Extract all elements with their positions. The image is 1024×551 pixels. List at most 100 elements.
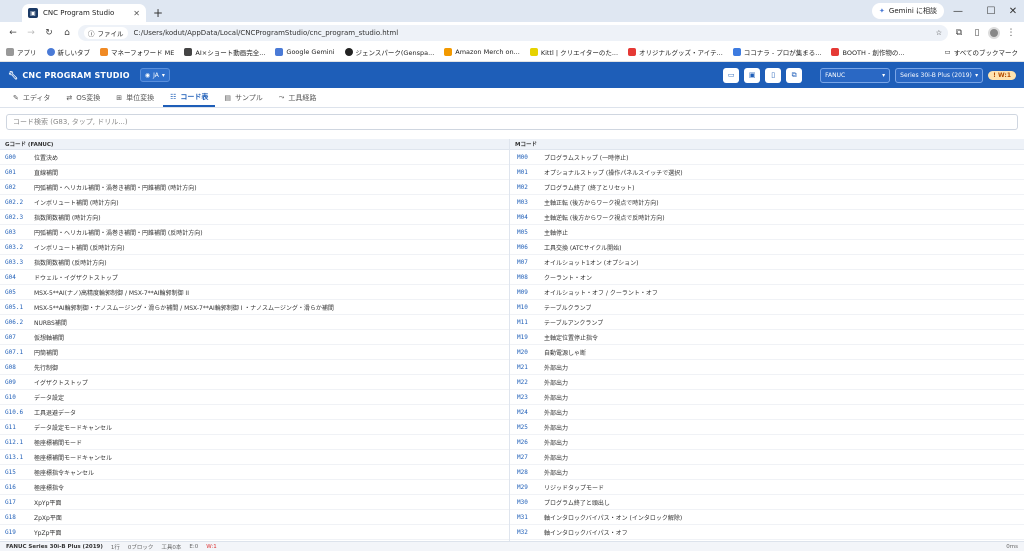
- code-row[interactable]: M08 クーラント・オン: [510, 270, 1024, 285]
- code-row[interactable]: M10 テーブルクランプ: [510, 300, 1024, 315]
- bookmark-item[interactable]: Google Gemini: [275, 48, 335, 56]
- code-row[interactable]: M31 軸インタロックバイパス・オン (インタロック解除): [510, 510, 1024, 525]
- code-row[interactable]: G02.3 指数関数補間 (時計方向): [0, 210, 509, 225]
- save-button[interactable]: ▣: [744, 67, 761, 83]
- code-row[interactable]: M26 外部出力: [510, 435, 1024, 450]
- series-select[interactable]: Series 30i-B Plus (2019) ▾: [895, 67, 984, 83]
- code-row[interactable]: G19 YpZp平面: [0, 525, 509, 540]
- code-row[interactable]: G05 MSX-5**AI(ナノ)高精度輪郭制御 / MSX-7**AI輪郭制御 …: [0, 285, 509, 300]
- code-row[interactable]: M09 オイルショット・オフ / クーラント・オフ: [510, 285, 1024, 300]
- profile-avatar[interactable]: [988, 26, 1000, 39]
- code-row[interactable]: G04 ドウェル・イグザクトストップ: [0, 270, 509, 285]
- code-row[interactable]: M23 外部出力: [510, 390, 1024, 405]
- back-icon[interactable]: ←: [6, 26, 20, 40]
- code-row[interactable]: G08 先行制御: [0, 360, 509, 375]
- all-bookmarks[interactable]: ▭ すべてのブックマーク: [945, 47, 1018, 57]
- code-row[interactable]: G01 直線補間: [0, 165, 509, 180]
- code-row[interactable]: G17 XpYp平面: [0, 495, 509, 510]
- code-search-input[interactable]: [6, 114, 1018, 130]
- code-row[interactable]: M27 外部出力: [510, 450, 1024, 465]
- code-row[interactable]: G07 仮想軸補間: [0, 330, 509, 345]
- code-row[interactable]: M11 テーブルアンクランプ: [510, 315, 1024, 330]
- sidepanel-icon[interactable]: ▯: [970, 26, 984, 40]
- code-row[interactable]: G02 円弧補間・ヘリカル補間・渦巻き補間・円錐補間 (時計方向): [0, 180, 509, 195]
- code-row[interactable]: G03 円弧補間・ヘリカル補間・渦巻き補間・円錐補間 (反時計方向): [0, 225, 509, 240]
- browser-tab[interactable]: ▣ CNC Program Studio ✕: [22, 4, 146, 22]
- tab-code-table[interactable]: ☷ コード表: [163, 88, 216, 107]
- close-tab-icon[interactable]: ✕: [133, 9, 140, 18]
- code-row[interactable]: M02 プログラム終了 (終了とリセット): [510, 180, 1024, 195]
- code-row[interactable]: G13.1 極座標補間モードキャンセル: [0, 450, 509, 465]
- code-row[interactable]: M22 外部出力: [510, 375, 1024, 390]
- warning-badge[interactable]: ! W:1: [988, 70, 1016, 80]
- bookmark-item[interactable]: Amazon Merch on...: [444, 48, 520, 56]
- url-text[interactable]: C:/Users/kodut/AppData/Local/CNCProgramS…: [134, 29, 930, 37]
- new-file-button[interactable]: ▯: [765, 67, 782, 83]
- bookmark-item[interactable]: マネーフォワード ME: [100, 47, 174, 57]
- code-row[interactable]: G03.3 指数関数補間 (反時計方向): [0, 255, 509, 270]
- reload-icon[interactable]: ↻: [42, 26, 56, 40]
- code-row[interactable]: G15 極座標指令キャンセル: [0, 465, 509, 480]
- code-row[interactable]: G05.1 MSX-5**AI輪郭制御・ナノスムージング・滑らか補間 / MSX-…: [0, 300, 509, 315]
- code-row[interactable]: M04 主軸逆転 (後方からワーク視点で反時計方向): [510, 210, 1024, 225]
- tab-editor[interactable]: ✎ エディタ: [6, 88, 57, 107]
- code-row[interactable]: G10.6 工具退避データ: [0, 405, 509, 420]
- copy-button[interactable]: ⧉: [786, 67, 803, 83]
- code-row[interactable]: M07 オイルショット1オン (オプション): [510, 255, 1024, 270]
- code-row[interactable]: M30 プログラム終了と頭出し: [510, 495, 1024, 510]
- forward-icon[interactable]: →: [24, 26, 38, 40]
- bookmark-item[interactable]: 新しいタブ: [46, 47, 90, 57]
- code-row[interactable]: G00 位置決め: [0, 150, 509, 165]
- open-file-button[interactable]: ▭: [723, 67, 740, 83]
- code-row[interactable]: G11 データ設定モードキャンセル: [0, 420, 509, 435]
- code-row[interactable]: M20 自動電源しゃ断: [510, 345, 1024, 360]
- code-row[interactable]: G10 データ設定: [0, 390, 509, 405]
- tab-toolpath[interactable]: ⤳ 工具経路: [272, 88, 324, 107]
- extensions-icon[interactable]: ⧉: [952, 26, 966, 40]
- tab-unit-convert[interactable]: ⊞ 単位変換: [109, 88, 161, 107]
- code-row[interactable]: G12.1 極座標補間モード: [0, 435, 509, 450]
- code-row[interactable]: M24 外部出力: [510, 405, 1024, 420]
- code-row[interactable]: G16 極座標指令: [0, 480, 509, 495]
- code-row[interactable]: M19 主軸定位置停止指令: [510, 330, 1024, 345]
- close-window-button[interactable]: ✕: [1002, 0, 1024, 22]
- bookmark-item[interactable]: オリジナルグッズ・アイテ...: [628, 47, 723, 57]
- bookmark-item[interactable]: アプリ: [6, 47, 37, 57]
- code-row[interactable]: G02.2 インボリュート補間 (時計方向): [0, 195, 509, 210]
- new-tab-button[interactable]: +: [150, 4, 166, 22]
- code-row[interactable]: G03.2 インボリュート補間 (反時計方向): [0, 240, 509, 255]
- language-select[interactable]: ◉ JA ▾: [139, 68, 170, 82]
- code-row[interactable]: M32 軸インタロックバイパス・オフ: [510, 525, 1024, 540]
- bookmark-item[interactable]: AI×ショート動画完全...: [184, 47, 265, 57]
- bookmark-star-icon[interactable]: ☆: [936, 29, 942, 37]
- status-bar: FANUC Series 30i-B Plus (2019) 1行 0ブロック …: [0, 541, 1024, 551]
- minimize-button[interactable]: —: [936, 0, 980, 22]
- file-chip[interactable]: ⓘ ファイル: [84, 26, 128, 39]
- code-row[interactable]: G07.1 円筒補間: [0, 345, 509, 360]
- bookmark-item[interactable]: ココナラ - プロが集まる...: [732, 47, 821, 57]
- code-row[interactable]: G06.2 NURBS補間: [0, 315, 509, 330]
- code-row[interactable]: M29 リジッドタップモード: [510, 480, 1024, 495]
- gemini-button[interactable]: ✦ Gemini に相談: [872, 3, 944, 19]
- home-icon[interactable]: ⌂: [60, 26, 74, 40]
- code-row[interactable]: M06 工具交換 (ATCサイクル開始): [510, 240, 1024, 255]
- bookmark-item[interactable]: ジェンスパーク(Genspa...: [344, 47, 434, 57]
- tab-samples[interactable]: ▤ サンプル: [217, 88, 269, 107]
- bookmark-item[interactable]: Kittl | クリエイターのた...: [529, 47, 618, 57]
- code-row[interactable]: M21 外部出力: [510, 360, 1024, 375]
- controller-select[interactable]: FANUC ▾: [820, 67, 891, 83]
- code-row[interactable]: M25 外部出力: [510, 420, 1024, 435]
- maximize-button[interactable]: ☐: [980, 0, 1002, 22]
- omnibox[interactable]: ⓘ ファイル C:/Users/kodut/AppData/Local/CNCP…: [78, 24, 948, 41]
- code-row[interactable]: G18 ZpXp平面: [0, 510, 509, 525]
- tab-os-convert[interactable]: ⇄ OS変換: [59, 88, 107, 107]
- code-row[interactable]: M28 外部出力: [510, 465, 1024, 480]
- code-row[interactable]: M03 主軸正転 (後方からワーク視点で時計方向): [510, 195, 1024, 210]
- bookmark-item[interactable]: BOOTH - 創作物の...: [831, 47, 905, 57]
- code-row[interactable]: M01 オプショナルストップ (操作パネルスイッチで選択): [510, 165, 1024, 180]
- menu-icon[interactable]: ⋮: [1004, 26, 1018, 40]
- code-row[interactable]: M00 プログラムストップ (一時停止): [510, 150, 1024, 165]
- status-warnings: W:1: [206, 543, 217, 550]
- code-row[interactable]: M05 主軸停止: [510, 225, 1024, 240]
- code-row[interactable]: G09 イグザクトストップ: [0, 375, 509, 390]
